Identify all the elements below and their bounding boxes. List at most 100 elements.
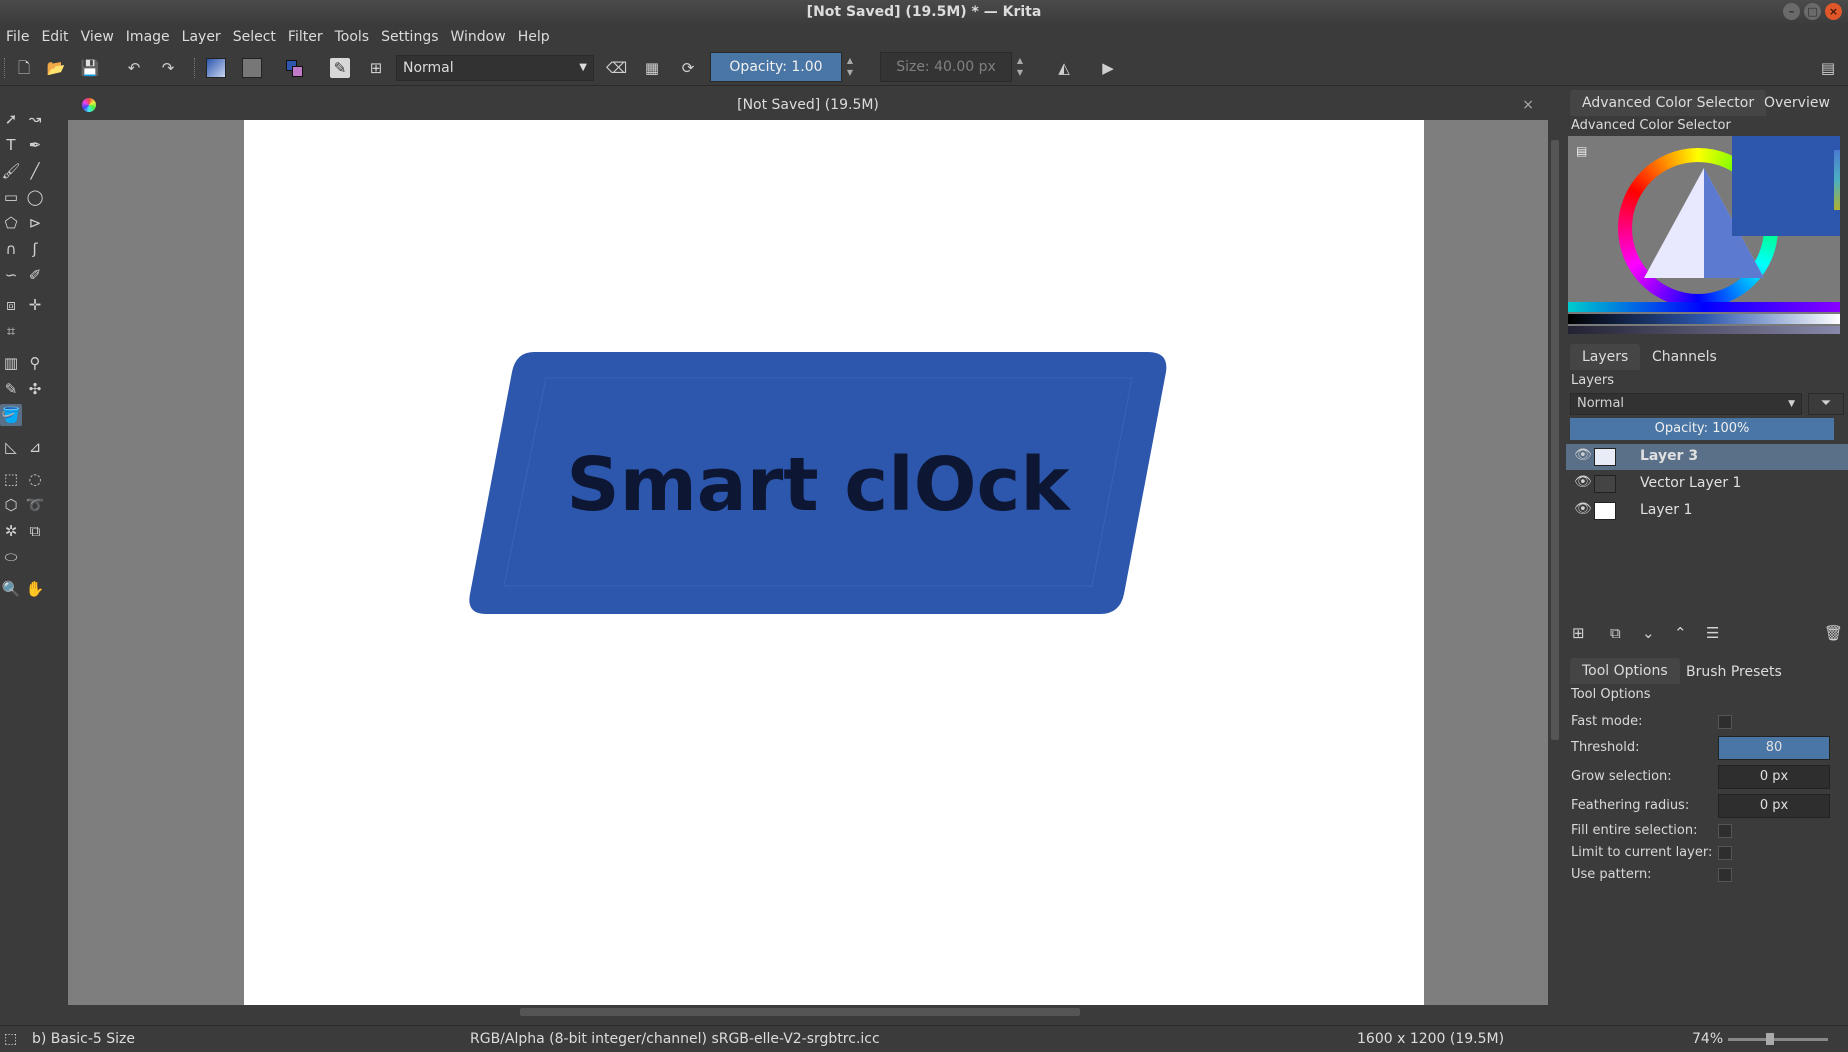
delete-layer-icon[interactable]: 🗑	[1824, 624, 1843, 642]
bezier-tool-icon[interactable]: ∩	[0, 238, 22, 260]
opacity-slider[interactable]: Opacity: 1.00	[710, 52, 842, 82]
vertical-scrollbar[interactable]	[1548, 120, 1562, 1005]
move-layer-down-icon[interactable]: ⌄	[1642, 624, 1655, 642]
redo-icon[interactable]: ↷	[158, 58, 178, 78]
select-shapes-tool-icon[interactable]: ➚	[0, 108, 22, 130]
toolbar-menu-icon[interactable]: ▤	[1818, 58, 1838, 78]
tab-tool-options[interactable]: Tool Options	[1570, 658, 1680, 684]
tab-overview[interactable]: Overview	[1752, 90, 1842, 116]
menu-window[interactable]: Window	[445, 24, 512, 50]
similar-select-tool-icon[interactable]: ⧉	[24, 520, 46, 542]
limit-current-layer-checkbox[interactable]	[1718, 846, 1732, 860]
undo-icon[interactable]: ↶	[124, 58, 144, 78]
polygon-tool-icon[interactable]: ⬠	[0, 212, 22, 234]
preserve-alpha-icon[interactable]: ▦	[642, 58, 662, 78]
horizontal-scrollbar[interactable]	[68, 1005, 1548, 1019]
menu-layer[interactable]: Layer	[176, 24, 227, 50]
layer-properties-icon[interactable]: ☰	[1706, 624, 1719, 642]
gradient-preset-icon[interactable]	[206, 58, 226, 78]
settings-icon[interactable]: ▤	[1576, 144, 1587, 158]
color-history-strip[interactable]	[1834, 150, 1840, 210]
menu-view[interactable]: View	[75, 24, 120, 50]
calligraphy-tool-icon[interactable]: ✒	[24, 134, 46, 156]
close-document-icon[interactable]: ×	[1522, 90, 1534, 120]
grow-selection-field[interactable]: 0 px	[1718, 765, 1830, 789]
ellipse-select-tool-icon[interactable]: ◌	[24, 468, 46, 490]
measure-tool-icon[interactable]: ⊿	[24, 436, 46, 458]
freehand-brush-tool-icon[interactable]: 🖌	[0, 160, 22, 182]
canvas-page[interactable]: Smart clOck	[244, 120, 1424, 1005]
pattern-preset-icon[interactable]	[242, 58, 262, 78]
move-layer-up-icon[interactable]: ⌃	[1674, 624, 1687, 642]
bezier-select-tool-icon[interactable]: ⬭	[0, 546, 22, 568]
tab-advanced-color-selector[interactable]: Advanced Color Selector	[1570, 90, 1767, 116]
layer-row[interactable]: 👁 Vector Layer 1	[1566, 471, 1848, 497]
size-slider[interactable]: Size: 40.00 px	[880, 52, 1012, 82]
duplicate-layer-icon[interactable]: ⧉	[1610, 624, 1621, 642]
menu-settings[interactable]: Settings	[375, 24, 444, 50]
threshold-slider[interactable]: 80	[1718, 736, 1830, 760]
tab-channels[interactable]: Channels	[1640, 344, 1729, 370]
menu-tools[interactable]: Tools	[329, 24, 376, 50]
freehand-select-tool-icon[interactable]: ➰	[24, 494, 46, 516]
zoom-tool-icon[interactable]: 🔍	[0, 578, 22, 600]
new-document-icon[interactable]: 🗋	[14, 58, 34, 78]
ellipse-tool-icon[interactable]: ◯	[24, 186, 46, 208]
document-tab[interactable]: [Not Saved] (19.5M) ×	[68, 90, 1548, 120]
fg-bg-color-icon[interactable]	[284, 58, 304, 78]
mirror-vertical-icon[interactable]: ▶	[1098, 58, 1118, 78]
feathering-radius-field[interactable]: 0 px	[1718, 794, 1830, 818]
menu-image[interactable]: Image	[120, 24, 176, 50]
layer-opacity-slider[interactable]: Opacity: 100%	[1570, 418, 1834, 440]
menu-select[interactable]: Select	[227, 24, 282, 50]
polygon-select-tool-icon[interactable]: ⬡	[0, 494, 22, 516]
maximize-button[interactable]: □	[1804, 3, 1821, 20]
move-tool-icon[interactable]: ✛	[24, 294, 46, 316]
fill-tool-icon[interactable]: 🪣	[0, 404, 22, 426]
menu-filter[interactable]: Filter	[282, 24, 329, 50]
eye-icon[interactable]: 👁	[1574, 474, 1592, 490]
hue-bar[interactable]	[1568, 302, 1840, 312]
value-bar[interactable]	[1568, 314, 1840, 324]
layer-filter-icon[interactable]: ⏷	[1808, 393, 1844, 415]
fill-entire-selection-checkbox[interactable]	[1718, 824, 1732, 838]
close-window-button[interactable]: ×	[1825, 3, 1842, 20]
tab-layers[interactable]: Layers	[1570, 344, 1641, 370]
opacity-spin-down-icon[interactable]: ▼	[845, 68, 855, 78]
menu-help[interactable]: Help	[512, 24, 556, 50]
layer-blend-select[interactable]: Normal ▼	[1570, 393, 1802, 415]
opacity-spin-up-icon[interactable]: ▲	[845, 56, 855, 66]
open-document-icon[interactable]: 📂	[46, 58, 66, 78]
rectangle-tool-icon[interactable]: ▭	[0, 186, 22, 208]
save-document-icon[interactable]: 💾	[80, 58, 100, 78]
menu-file[interactable]: File	[0, 24, 35, 50]
size-spin-up-icon[interactable]: ▲	[1015, 56, 1025, 66]
eye-icon[interactable]: 👁	[1574, 447, 1592, 463]
gradient-tool-icon[interactable]: ▥	[0, 352, 22, 374]
brush-editor-icon[interactable]: ⊞	[366, 58, 386, 78]
polyline-tool-icon[interactable]: ⊳	[24, 212, 46, 234]
text-tool-icon[interactable]: T	[0, 134, 22, 156]
colorize-mask-tool-icon[interactable]: ✎	[0, 378, 22, 400]
minimize-button[interactable]: –	[1783, 3, 1800, 20]
color-picker-tool-icon[interactable]: ⚲	[24, 352, 46, 374]
fast-mode-checkbox[interactable]	[1718, 715, 1732, 729]
use-pattern-checkbox[interactable]	[1718, 868, 1732, 882]
blend-mode-select[interactable]: Normal ▼	[396, 55, 594, 81]
saturation-bar[interactable]	[1568, 326, 1840, 334]
layer-row[interactable]: 👁 Layer 1	[1566, 498, 1848, 524]
layer-row[interactable]: 👁 Layer 3	[1566, 444, 1848, 470]
color-selector-widget[interactable]: ▤	[1568, 136, 1840, 334]
zoom-slider[interactable]	[1728, 1033, 1828, 1045]
eye-icon[interactable]: 👁	[1574, 501, 1592, 517]
assistant-tool-icon[interactable]: ◺	[0, 436, 22, 458]
menu-edit[interactable]: Edit	[35, 24, 74, 50]
tab-brush-presets[interactable]: Brush Presets	[1674, 659, 1794, 685]
erase-mode-icon[interactable]: ⌫	[606, 58, 627, 78]
crop-tool-icon[interactable]: ⌗	[0, 320, 22, 342]
pan-tool-icon[interactable]: ✋	[24, 578, 46, 600]
reload-preset-icon[interactable]: ⟳	[678, 58, 698, 78]
size-spin-down-icon[interactable]: ▼	[1015, 68, 1025, 78]
add-layer-icon[interactable]: ⊞	[1572, 624, 1585, 642]
mirror-horizontal-icon[interactable]: ◭	[1054, 58, 1074, 78]
